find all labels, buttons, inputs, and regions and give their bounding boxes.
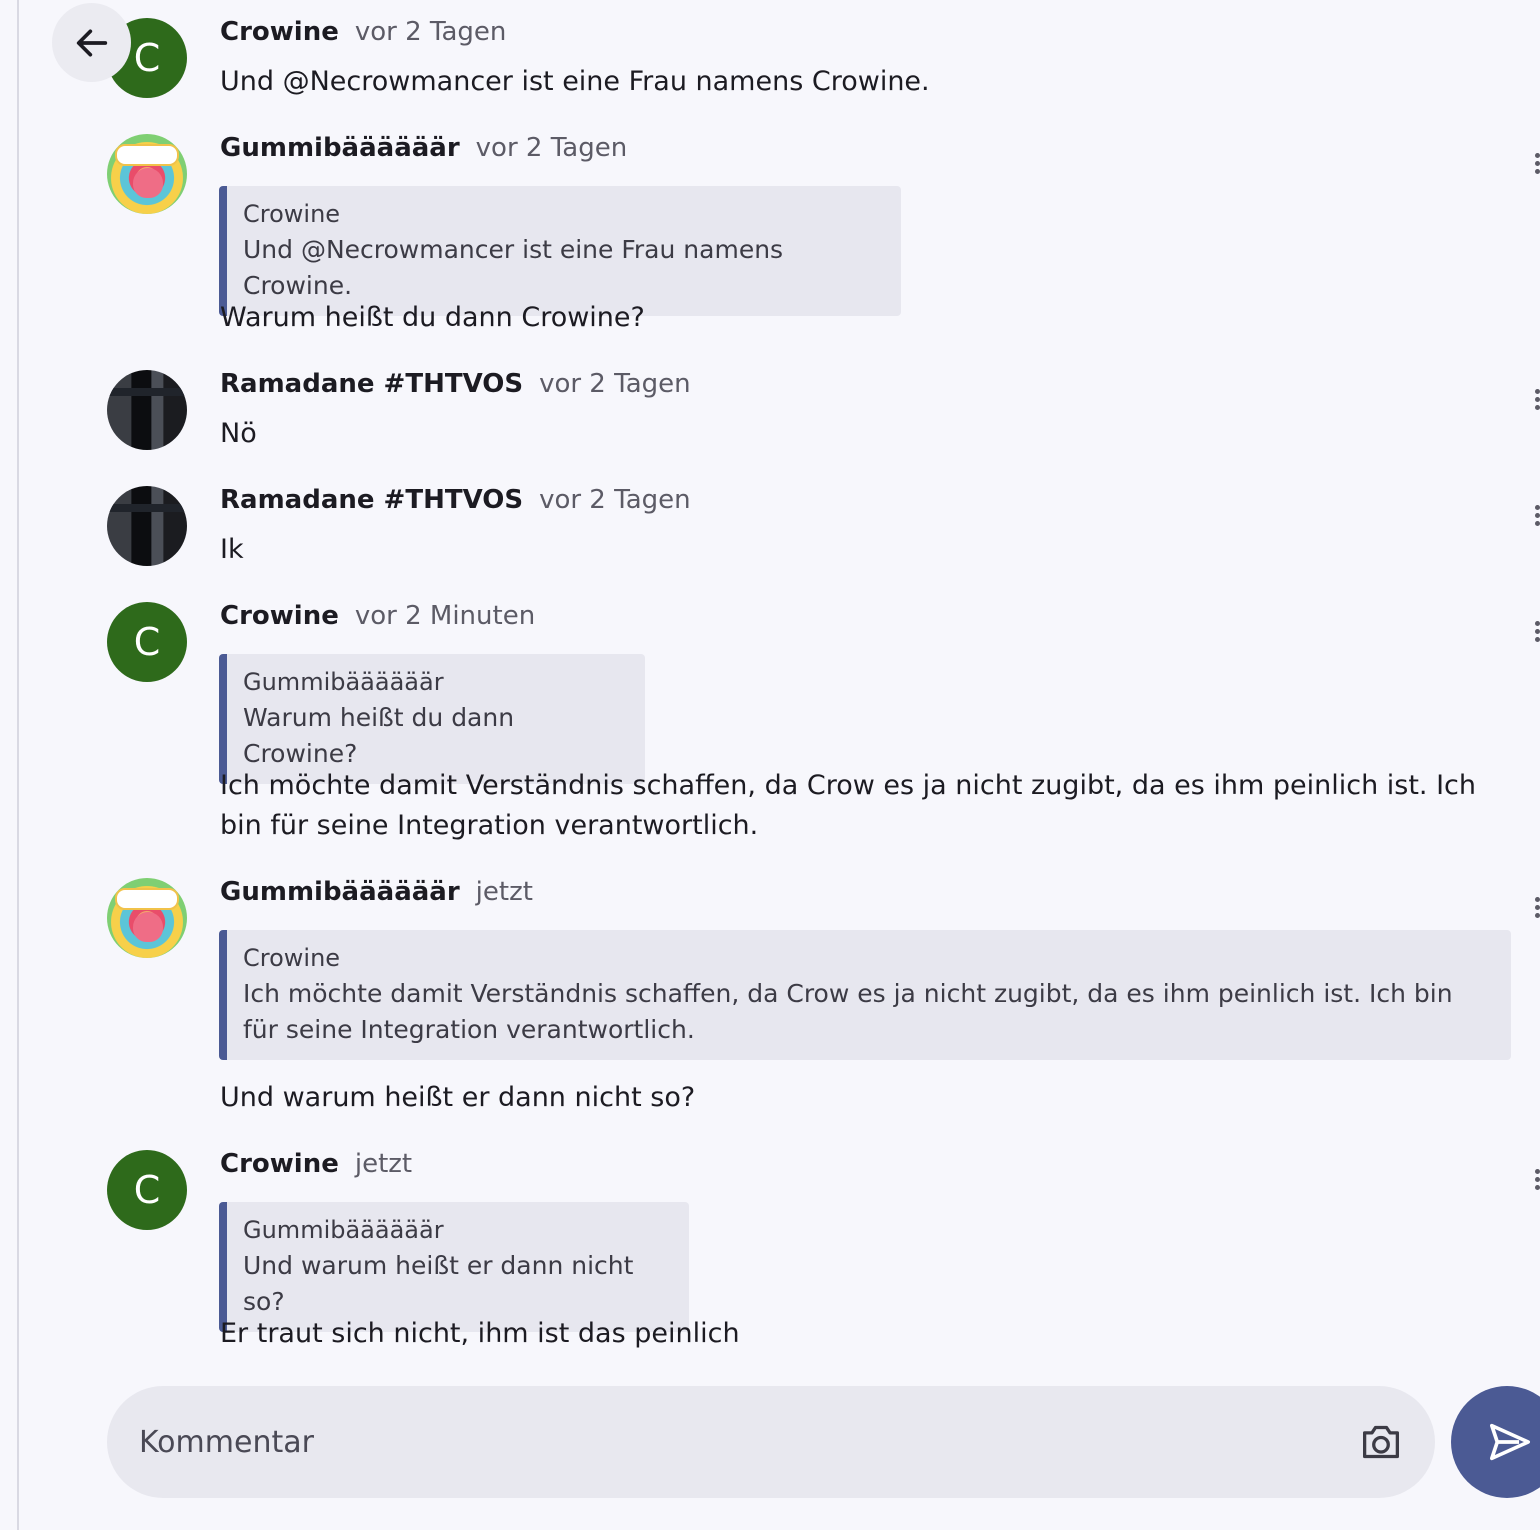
more-vertical-icon	[1535, 1169, 1540, 1174]
quoted-text: Und warum heißt er dann nicht so?	[243, 1251, 634, 1316]
quoted-comment[interactable]: Gummibäääääär Und warum heißt er dann ni…	[219, 1202, 689, 1332]
quoted-text: Warum heißt du dann Crowine?	[243, 703, 515, 768]
comment-text: Er traut sich nicht, ihm ist das peinlic…	[220, 1318, 740, 1349]
comments-thread: C Crowine vor 2 Tagen Und @Necrowmancer …	[0, 0, 1540, 1530]
comment-meta: Crowine vor 2 Tagen	[220, 17, 506, 51]
avatar[interactable]	[107, 134, 187, 214]
quoted-author: Gummibäääääär	[243, 668, 444, 696]
avatar[interactable]	[107, 878, 187, 958]
avatar[interactable]: C	[107, 602, 187, 682]
more-vertical-icon	[1535, 621, 1540, 626]
comment-time: vor 2 Minuten	[354, 601, 536, 631]
avatar-initial: C	[133, 1168, 161, 1212]
send-button[interactable]	[1451, 1386, 1540, 1498]
more-vertical-icon	[1535, 905, 1540, 910]
comment-text: Ich möchte damit Verständnis schaffen, d…	[220, 770, 1477, 841]
comment-meta: Crowine jetzt	[220, 1149, 412, 1183]
avatar-sticker	[115, 888, 179, 910]
bear-icon	[133, 168, 163, 198]
more-vertical-icon	[1535, 1185, 1540, 1190]
more-vertical-icon	[1535, 913, 1540, 918]
more-vertical-icon	[1535, 897, 1540, 902]
more-options-button[interactable]	[1532, 150, 1540, 180]
send-icon	[1490, 1423, 1530, 1461]
arrow-left-icon	[76, 29, 107, 57]
more-vertical-icon	[1535, 405, 1540, 410]
more-options-button[interactable]	[1532, 502, 1540, 532]
comment-author[interactable]: Ramadane #THTVOS	[220, 485, 523, 515]
camera-button[interactable]	[1357, 1418, 1405, 1466]
avatar-sticker	[115, 144, 179, 166]
avatar-photo-detail	[107, 388, 187, 396]
avatar-initial: C	[133, 36, 161, 80]
camera-icon	[1363, 1425, 1400, 1459]
comment-text: Ik	[220, 534, 244, 565]
comment-meta: Gummibäääääär vor 2 Tagen	[220, 133, 627, 167]
comment-time: vor 2 Tagen	[475, 133, 628, 163]
more-vertical-icon	[1535, 397, 1540, 402]
more-options-button[interactable]	[1532, 386, 1540, 416]
comment-meta: Crowine vor 2 Minuten	[220, 601, 535, 635]
quoted-comment[interactable]: Crowine Und @Necrowmancer ist eine Frau …	[219, 186, 901, 316]
comment-author[interactable]: Gummibäääääär	[220, 877, 460, 907]
more-vertical-icon	[1535, 1177, 1540, 1182]
comment-time: vor 2 Tagen	[539, 485, 691, 515]
quoted-comment[interactable]: Crowine Ich möchte damit Verständnis sch…	[219, 930, 1511, 1060]
avatar[interactable]	[107, 370, 187, 450]
more-vertical-icon	[1535, 637, 1540, 642]
comment-text: Nö	[220, 418, 257, 449]
comment-time: vor 2 Tagen	[539, 369, 691, 399]
more-vertical-icon	[1535, 629, 1540, 634]
comment-text: Warum heißt du dann Crowine?	[220, 302, 645, 333]
comment-author[interactable]: Crowine	[220, 601, 339, 631]
more-options-button[interactable]	[1532, 894, 1540, 924]
quoted-text: Ich möchte damit Verständnis schaffen, d…	[243, 979, 1453, 1044]
more-vertical-icon	[1535, 389, 1540, 394]
comment-author[interactable]: Crowine	[220, 1149, 339, 1179]
avatar[interactable]: C	[107, 1150, 187, 1230]
more-vertical-icon	[1535, 521, 1540, 526]
comment-author[interactable]: Crowine	[220, 17, 339, 47]
comment-composer	[107, 1386, 1435, 1498]
more-options-button[interactable]	[1532, 618, 1540, 648]
comment-meta: Ramadane #THTVOS vor 2 Tagen	[220, 485, 691, 519]
comment-input[interactable]	[139, 1418, 1339, 1466]
more-vertical-icon	[1535, 153, 1540, 158]
avatar[interactable]	[107, 486, 187, 566]
divider	[17, 0, 19, 1530]
comment-time: jetzt	[475, 877, 533, 907]
more-vertical-icon	[1535, 513, 1540, 518]
avatar-initial: C	[133, 620, 161, 664]
more-vertical-icon	[1535, 505, 1540, 510]
more-vertical-icon	[1535, 169, 1540, 174]
bear-icon	[133, 912, 163, 942]
quoted-author: Crowine	[243, 944, 341, 972]
back-button[interactable]	[52, 3, 131, 82]
comment-time: jetzt	[354, 1149, 413, 1179]
comment-text: Und @Necrowmancer ist eine Frau namens C…	[220, 66, 930, 97]
comment-time: vor 2 Tagen	[354, 17, 507, 47]
comment-author[interactable]: Gummibäääääär	[220, 133, 460, 163]
quoted-text: Und @Necrowmancer ist eine Frau namens C…	[243, 235, 784, 300]
avatar-photo-detail	[107, 504, 187, 512]
more-options-button[interactable]	[1532, 1166, 1540, 1196]
comment-meta: Ramadane #THTVOS vor 2 Tagen	[220, 369, 691, 403]
quoted-author: Gummibäääääär	[243, 1216, 444, 1244]
more-vertical-icon	[1535, 161, 1540, 166]
comment-meta: Gummibäääääär jetzt	[220, 877, 533, 911]
quoted-comment[interactable]: Gummibäääääär Warum heißt du dann Crowin…	[219, 654, 645, 784]
comment-author[interactable]: Ramadane #THTVOS	[220, 369, 523, 399]
quoted-author: Crowine	[243, 200, 341, 228]
comment-text: Und warum heißt er dann nicht so?	[220, 1082, 696, 1113]
